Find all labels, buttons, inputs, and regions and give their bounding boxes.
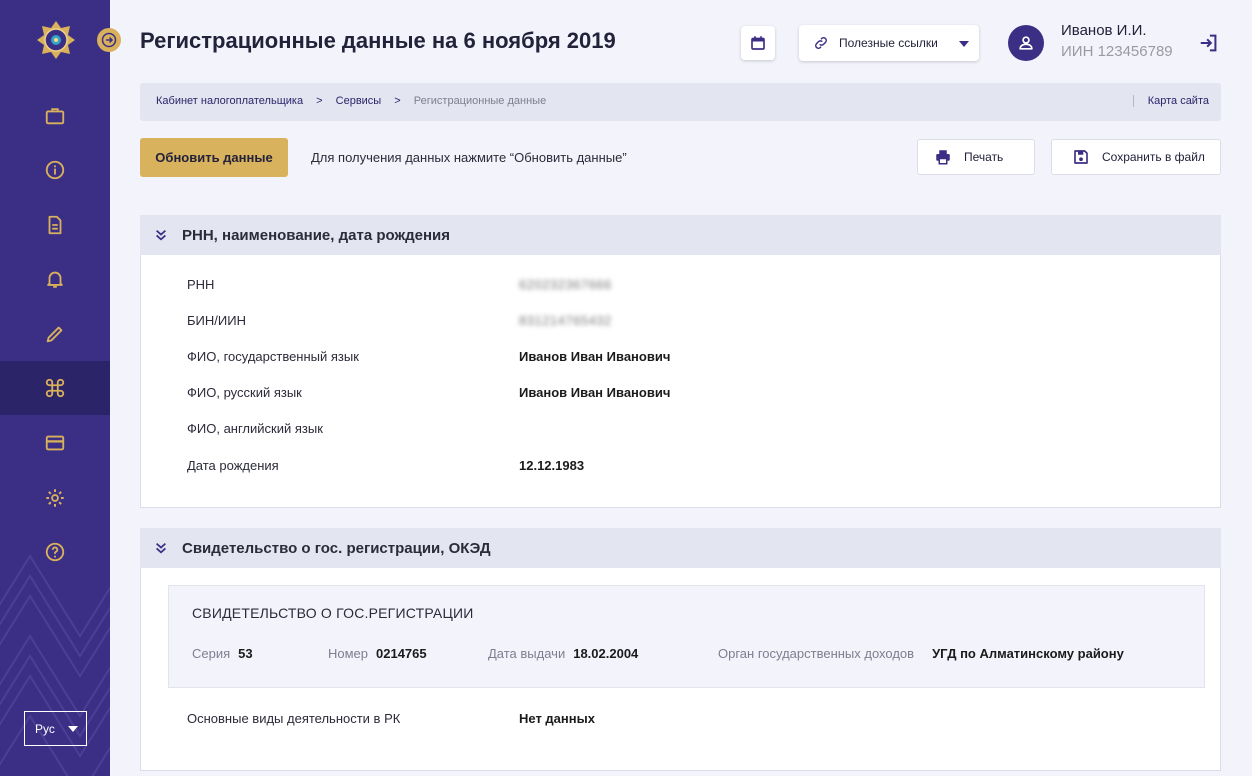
sidebar-item-info[interactable]: [0, 143, 110, 197]
section-title: Свидетельство о гос. регистрации, ОКЭД: [182, 539, 491, 557]
printer-icon: [936, 150, 950, 165]
link-icon: [815, 37, 827, 49]
sidebar-item-documents[interactable]: [0, 198, 110, 252]
section-body-registration: СВИДЕТЕЛЬСТВО О ГОС.РЕГИСТРАЦИИ Серия 53 …: [140, 568, 1221, 771]
user-iin: ИИН 123456789: [1061, 43, 1173, 60]
pencil-icon: [46, 326, 63, 343]
info-icon: [45, 160, 65, 180]
field-label-birth-date: Дата рождения: [187, 458, 279, 473]
print-label: Печать: [964, 150, 1004, 164]
breadcrumb-current: Регистрационные данные: [413, 95, 547, 107]
certificate-authority-label: Орган государственных доходов: [718, 646, 915, 661]
page-title: Регистрационные данные на 6 ноября 2019: [140, 28, 616, 53]
certificate-number-label: Номер: [328, 646, 369, 661]
help-icon: [45, 542, 65, 562]
field-label-fio-state: ФИО, государственный язык: [187, 349, 359, 364]
sidebar: Рус: [0, 0, 110, 776]
print-button[interactable]: Печать: [917, 139, 1035, 175]
chevron-double-down-icon: [156, 542, 166, 554]
bell-icon: [47, 271, 63, 288]
sidebar-item-notifications[interactable]: [0, 252, 110, 306]
certificate-authority-value: УГД по Алматинскому району: [932, 646, 1124, 661]
field-value-birth-date: 12.12.1983: [519, 458, 585, 473]
arrow-right-circle-icon: [101, 32, 117, 48]
language-value: Рус: [35, 721, 55, 736]
certificate-issue-date: Дата выдачи 18.02.2004: [488, 646, 638, 661]
chevron-double-down-icon: [156, 229, 166, 241]
main-content: Регистрационные данные на 6 ноября 2019 …: [110, 0, 1252, 776]
document-icon: [48, 215, 62, 235]
breadcrumb-separator: >: [394, 95, 401, 107]
save-icon: [1074, 150, 1088, 164]
certificate-date-label: Дата выдачи: [488, 646, 566, 661]
command-icon: [45, 378, 65, 398]
useful-links-dropdown[interactable]: Полезные ссылки: [799, 25, 979, 61]
emblem-logo[interactable]: [36, 20, 76, 60]
sidebar-item-edit[interactable]: [0, 307, 110, 361]
sidebar-item-settings[interactable]: [0, 471, 110, 525]
field-value-activity: Нет данных: [519, 711, 595, 726]
field-value-fio-russian: Иванов Иван Иванович: [519, 385, 671, 400]
save-to-file-button[interactable]: Сохранить в файл: [1051, 139, 1221, 175]
card-icon: [45, 435, 65, 451]
field-label-fio-english: ФИО, английский язык: [187, 421, 323, 436]
field-label-activity: Основные виды деятельности в РК: [187, 711, 401, 726]
certificate-date-value: 18.02.2004: [573, 646, 639, 661]
useful-links-label: Полезные ссылки: [839, 36, 938, 50]
certificate-title: СВИДЕТЕЛЬСТВО О ГОС.РЕГИСТРАЦИИ: [192, 605, 474, 621]
calendar-button[interactable]: [741, 26, 775, 60]
sidebar-item-help[interactable]: [0, 525, 110, 579]
field-label-bin-iin: БИН/ИИН: [187, 313, 246, 328]
certificate-number: Номер 0214765: [328, 646, 427, 661]
refresh-data-button[interactable]: Обновить данные: [140, 138, 288, 177]
sidebar-item-payments[interactable]: [0, 416, 110, 470]
section-header-identity[interactable]: РНН, наименование, дата рождения: [140, 215, 1221, 255]
section-body-identity: РНН 620232367666 БИН/ИИН 831214765432 ФИ…: [140, 255, 1221, 508]
language-select[interactable]: Рус: [24, 711, 87, 746]
sidebar-toggle-button[interactable]: [97, 28, 121, 52]
breadcrumb: Кабинет налогоплательщика > Сервисы > Ре…: [140, 83, 1221, 121]
sidebar-item-briefcase[interactable]: [0, 89, 110, 143]
gear-icon: [46, 489, 64, 507]
breadcrumb-separator: >: [316, 95, 323, 107]
chevron-down-icon: [68, 726, 78, 732]
briefcase-icon: [45, 108, 65, 125]
section-title: РНН, наименование, дата рождения: [182, 226, 450, 244]
avatar[interactable]: [1008, 25, 1044, 61]
certificate-card: СВИДЕТЕЛЬСТВО О ГОС.РЕГИСТРАЦИИ Серия 53 …: [168, 585, 1205, 688]
certificate-series: Серия 53: [192, 646, 253, 661]
sitemap-link[interactable]: Карта сайта: [1132, 95, 1209, 107]
certificate-series-value: 53: [238, 646, 253, 661]
breadcrumb-link-cabinet[interactable]: Кабинет налогоплательщика: [156, 95, 303, 107]
certificate-series-label: Серия: [192, 646, 231, 661]
refresh-hint: Для получения данных нажмите “Обновить д…: [311, 150, 627, 165]
section-header-registration[interactable]: Свидетельство о гос. регистрации, ОКЭД: [140, 528, 1221, 568]
field-value-fio-state: Иванов Иван Иванович: [519, 349, 671, 364]
field-label-rnn: РНН: [187, 277, 215, 292]
certificate-authority: Орган государственных доходов УГД по Алма…: [718, 646, 1124, 661]
logout-button[interactable]: [1198, 32, 1220, 54]
field-label-fio-russian: ФИО, русский язык: [187, 385, 302, 400]
calendar-icon: [751, 36, 765, 50]
field-value-rnn: 620232367666: [519, 277, 612, 292]
field-value-bin-iin: 831214765432: [519, 313, 612, 328]
logout-icon: [1200, 34, 1217, 52]
user-icon: [1019, 36, 1033, 50]
user-name: Иванов И.И.: [1061, 22, 1147, 39]
certificate-number-value: 0214765: [376, 646, 427, 661]
sidebar-item-services[interactable]: [0, 361, 110, 415]
save-label: Сохранить в файл: [1102, 150, 1205, 164]
chevron-down-icon: [959, 41, 969, 47]
breadcrumb-link-services[interactable]: Сервисы: [336, 95, 382, 107]
